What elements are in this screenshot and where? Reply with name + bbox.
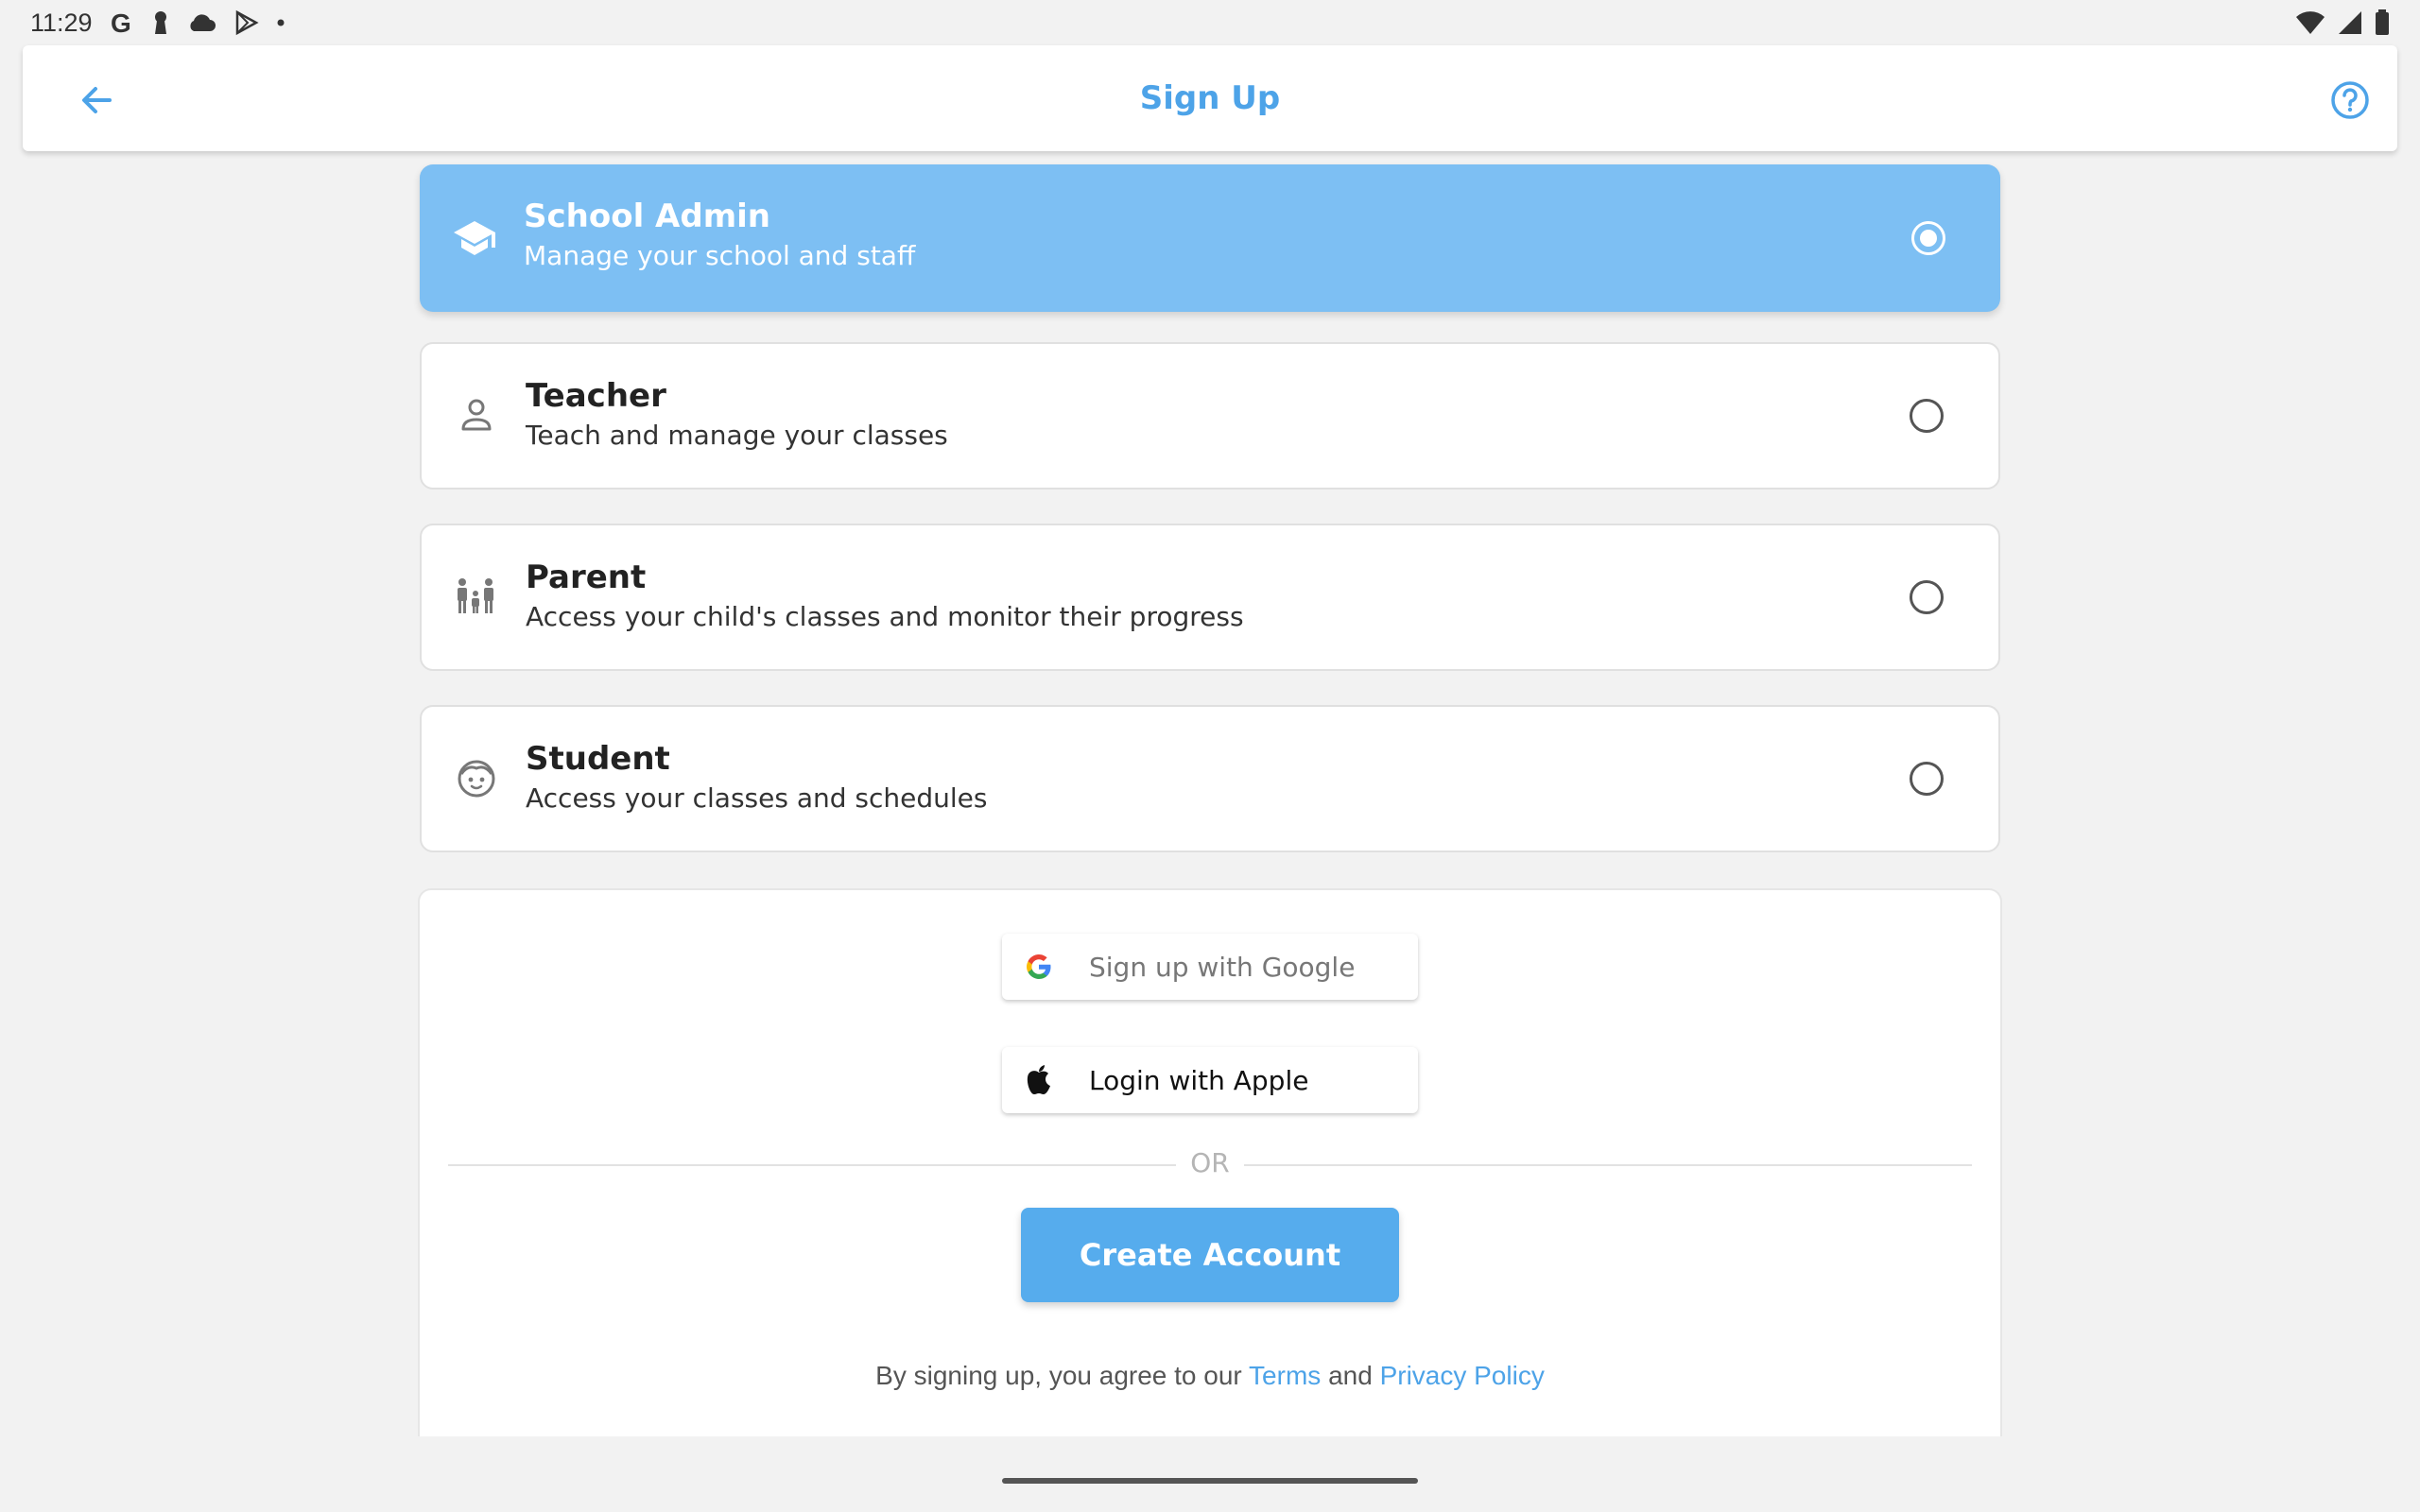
google-logo-icon [1023,951,1055,983]
keyhole-icon [151,9,170,36]
role-description: Teach and manage your classes [526,420,948,451]
apple-logo-icon [1023,1064,1055,1096]
family-icon [450,571,503,624]
legal-prefix: By signing up, you agree to our [875,1361,1242,1390]
google-icon: G [110,9,134,36]
role-option-parent[interactable]: Parent Access your child's classes and m… [420,524,2000,671]
status-right [2295,9,2390,36]
legal-and: and [1328,1361,1373,1390]
help-circle-icon[interactable] [2325,76,2375,125]
battery-icon [2375,9,2390,36]
role-option-school-admin[interactable]: School Admin Manage your school and staf… [420,164,2000,312]
status-bar: 11:29 G [0,0,2420,45]
cloud-icon [187,12,216,33]
role-title: Teacher [526,377,666,415]
role-title: Student [526,740,670,778]
graduation-cap-icon [448,212,501,265]
radio-button[interactable] [1910,399,1944,433]
role-option-student[interactable]: Student Access your classes and schedule… [420,705,2000,852]
play-store-icon [233,9,259,36]
svg-text:G: G [111,9,131,36]
child-face-icon [450,752,503,805]
radio-button[interactable] [1910,580,1944,614]
role-title: Parent [526,558,647,596]
or-divider: OR [448,1145,1972,1183]
divider-line-right [1244,1164,1972,1166]
privacy-policy-link[interactable]: Privacy Policy [1380,1361,1545,1390]
role-description: Access your child's classes and monitor … [526,601,1244,632]
terms-link[interactable]: Terms [1249,1361,1321,1390]
apple-button-label: Login with Apple [1089,1064,1309,1096]
arrow-back-icon[interactable] [72,76,121,125]
page-title: Sign Up [1139,79,1281,117]
apple-login-button[interactable]: Login with Apple [1002,1047,1418,1113]
radio-button-selected[interactable] [1911,221,1945,255]
dot-icon [276,18,285,27]
role-description: Access your classes and schedules [526,782,988,814]
cellular-signal-icon [2337,9,2363,36]
status-left: 11:29 G [30,9,285,38]
role-description: Manage your school and staff [524,240,916,271]
app-bar: Sign Up [23,45,2397,151]
google-button-label: Sign up with Google [1089,951,1356,983]
role-title: School Admin [524,198,770,235]
auth-card: Sign up with Google Login with Apple OR … [418,888,2002,1436]
role-option-teacher[interactable]: Teacher Teach and manage your classes [420,342,2000,490]
google-signup-button[interactable]: Sign up with Google [1002,934,1418,1000]
create-account-button[interactable]: Create Account [1021,1208,1399,1302]
or-label: OR [1190,1147,1230,1178]
legal-text: By signing up, you agree to our Terms an… [420,1361,2000,1391]
person-icon [450,389,503,442]
wifi-icon [2295,10,2325,35]
radio-button[interactable] [1910,762,1944,796]
status-time: 11:29 [30,8,93,37]
home-indicator[interactable] [1002,1478,1418,1484]
